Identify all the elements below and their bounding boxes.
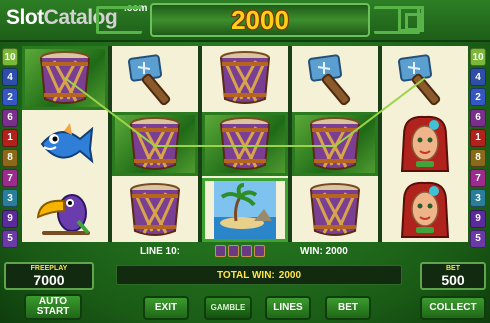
reel-5 — [382, 46, 468, 242]
reel-1 — [22, 46, 108, 242]
woman-symbol-icon — [382, 112, 468, 176]
logo-slot-text: Slot — [6, 6, 44, 29]
line-marker-left-4: 4 — [2, 68, 18, 87]
line-marker-left-10: 10 — [2, 48, 18, 66]
line-marker-left-3: 3 — [2, 189, 18, 208]
freeplay-panel: FREEPLAY 7000 — [4, 262, 94, 290]
toucan-symbol-icon — [22, 178, 108, 242]
reel-area — [22, 46, 468, 242]
hammer-symbol-icon — [382, 46, 468, 110]
line-marker-left-2: 2 — [2, 88, 18, 107]
drum-symbol-icon — [292, 178, 378, 242]
line-marker-right-9: 9 — [470, 209, 486, 228]
line-marker-right-1: 1 — [470, 128, 486, 147]
mini-drum-icon — [228, 245, 239, 257]
line-marker-left-7: 7 — [2, 169, 18, 188]
mini-drum-icon — [215, 245, 226, 257]
line-marker-right-4: 4 — [470, 68, 486, 87]
line-markers-right: 10 4 2 6 1 8 7 3 9 5 — [470, 48, 488, 250]
total-win-panel: TOTAL WIN: 2000 — [116, 265, 402, 285]
line-win-label: WIN: 2000 — [300, 246, 348, 257]
reel-2 — [112, 46, 198, 242]
line-marker-right-2: 2 — [470, 88, 486, 107]
info-row: LINE 10: WIN: 2000 — [0, 244, 490, 260]
drum-symbol-icon — [112, 178, 198, 242]
bet-value: 500 — [441, 272, 465, 288]
line-marker-right-10: 10 — [470, 48, 486, 66]
freeplay-value: 7000 — [33, 272, 65, 288]
drum-symbol-icon — [202, 46, 288, 110]
line-label: LINE 10: — [140, 246, 181, 257]
drum-symbol-icon — [112, 112, 198, 176]
mini-drum-icon — [254, 245, 265, 257]
total-win-value: 2000 — [278, 269, 302, 281]
line-marker-left-8: 8 — [2, 148, 18, 167]
mini-drum-icon — [241, 245, 252, 257]
line-marker-right-6: 6 — [470, 108, 486, 127]
drum-symbol-icon — [292, 112, 378, 176]
bet-panel: BET 500 — [420, 262, 486, 290]
line-marker-right-7: 7 — [470, 169, 486, 188]
game-stage: Slot Catalog .com 2000 10 4 2 6 1 8 7 3 9 5 10 4 2 6… — [0, 0, 490, 323]
woman-symbol-icon — [382, 178, 468, 242]
auto-start-button[interactable]: AUTO START — [24, 294, 82, 320]
hammer-symbol-icon — [292, 46, 378, 110]
gamble-button[interactable]: GAMBLE — [204, 296, 252, 320]
total-win-label: TOTAL WIN: — [216, 269, 275, 281]
frame-ornament-left — [96, 6, 142, 34]
win-amount-display: 2000 — [150, 3, 370, 37]
exit-button[interactable]: EXIT — [143, 296, 189, 320]
line-marker-right-8: 8 — [470, 148, 486, 167]
drum-symbol-icon — [22, 46, 108, 110]
reel-4 — [292, 46, 378, 242]
line-symbols — [215, 245, 265, 257]
lines-button[interactable]: LINES — [265, 296, 311, 320]
line-markers-left: 10 4 2 6 1 8 7 3 9 5 — [2, 48, 20, 250]
top-bar: Slot Catalog .com 2000 — [0, 0, 490, 42]
bet-button[interactable]: BET — [325, 296, 371, 320]
line-marker-left-6: 6 — [2, 108, 18, 127]
collect-button[interactable]: COLLECT — [420, 296, 486, 320]
greek-key-ornament — [398, 6, 424, 32]
line-marker-left-9: 9 — [2, 209, 18, 228]
fish-symbol-icon — [22, 112, 108, 176]
drum-symbol-icon — [202, 112, 288, 176]
island-symbol-icon — [202, 178, 288, 242]
line-marker-left-1: 1 — [2, 128, 18, 147]
hammer-symbol-icon — [112, 46, 198, 110]
line-marker-right-3: 3 — [470, 189, 486, 208]
reel-3 — [202, 46, 288, 242]
